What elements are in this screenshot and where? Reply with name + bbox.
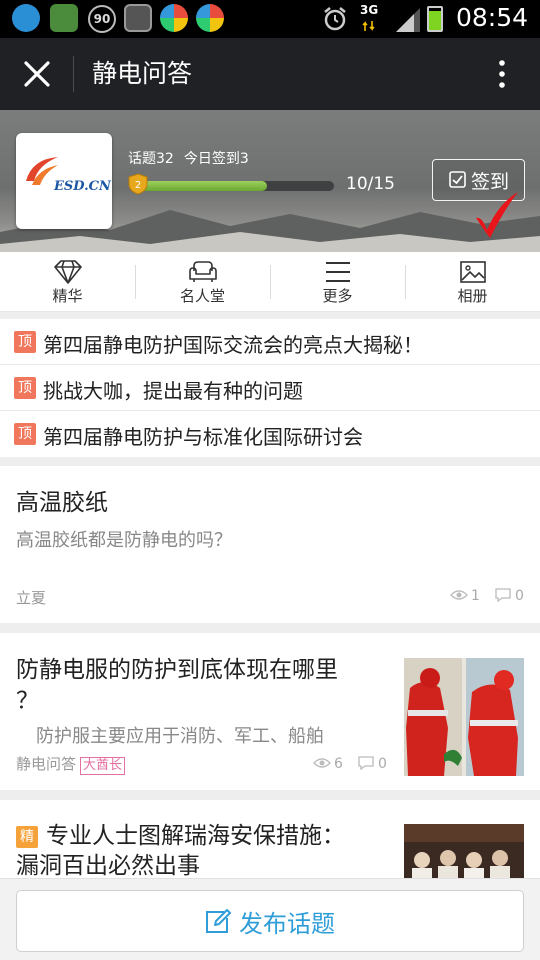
tab-more[interactable]: 更多 bbox=[270, 252, 405, 312]
tab-hall-of-fame[interactable]: 名人堂 bbox=[135, 252, 270, 312]
comment-count: 0 bbox=[357, 756, 387, 772]
tab-album[interactable]: 相册 bbox=[405, 252, 540, 312]
pinned-title: 第四届静电防护国际交流会的亮点大揭秘！ bbox=[43, 333, 423, 357]
network-type: 3G bbox=[360, 3, 379, 17]
app-bar: 静电问答 bbox=[0, 38, 540, 110]
post-excerpt: 高温胶纸都是防静电的吗？ bbox=[16, 530, 232, 551]
alarm-icon bbox=[324, 7, 346, 31]
comment-count-value: 0 bbox=[515, 588, 524, 604]
sofa-icon bbox=[189, 261, 217, 282]
battery-saver-badge: 90 bbox=[88, 5, 116, 33]
close-icon[interactable] bbox=[20, 56, 54, 92]
post-card[interactable]: 防静电服的防护到底体现在哪里 ？ 防护服主要应用于消防、军工、船舶 静电问答 大酋… bbox=[0, 633, 540, 790]
signal-icon bbox=[396, 8, 420, 32]
red-checkmark-icon bbox=[476, 192, 518, 238]
photo-icon bbox=[460, 261, 486, 283]
mail-icon bbox=[50, 4, 78, 32]
comment-count: 0 bbox=[494, 588, 524, 604]
checkin-count: 今日签到3 bbox=[183, 151, 249, 167]
forum-stats: 话题32 今日签到3 bbox=[128, 148, 259, 168]
network-arrows-icon bbox=[362, 21, 375, 31]
pinned-topics: 顶 第四届静电防护国际交流会的亮点大揭秘！ 顶 挑战大咖，提出最有种的问题 顶 … bbox=[0, 319, 540, 457]
pinned-tag: 顶 bbox=[14, 331, 36, 353]
eye-icon bbox=[450, 590, 468, 600]
view-count-value: 1 bbox=[471, 588, 480, 604]
page-title: 静电问答 bbox=[92, 59, 193, 88]
status-bar: 90 3G 08:54 bbox=[0, 0, 540, 38]
post-author[interactable]: 立夏 bbox=[16, 587, 46, 608]
progress-fill bbox=[134, 181, 268, 191]
tab-label: 名人堂 bbox=[179, 287, 225, 305]
post-card[interactable]: 精 专业人士图解瑞海安保措施： 漏洞百出必然出事 bbox=[0, 800, 540, 890]
bottom-bar: 发布话题 bbox=[0, 878, 540, 960]
essence-tag: 精 bbox=[16, 826, 38, 848]
diamond-icon bbox=[54, 260, 82, 284]
app-icon bbox=[196, 4, 224, 32]
tab-label: 相册 bbox=[457, 287, 488, 305]
gallery-icon bbox=[124, 4, 152, 32]
post-title: 防静电服的防护到底体现在哪里 bbox=[16, 657, 338, 683]
pinned-item[interactable]: 顶 第四届静电防护与标准化国际研讨会 bbox=[0, 411, 540, 457]
view-count: 6 bbox=[313, 756, 343, 772]
post-thumbnail[interactable] bbox=[404, 658, 524, 776]
pinned-tag: 顶 bbox=[14, 423, 36, 445]
comment-count-value: 0 bbox=[378, 756, 387, 772]
publish-topic-button[interactable]: 发布话题 bbox=[16, 890, 524, 952]
tab-essence[interactable]: 精华 bbox=[0, 252, 135, 312]
post-title-continuation: ？ bbox=[16, 688, 39, 714]
menu-icon bbox=[326, 262, 350, 282]
tab-label: 更多 bbox=[322, 287, 353, 305]
more-menu-icon[interactable] bbox=[494, 56, 510, 92]
view-count-value: 6 bbox=[334, 756, 343, 772]
forum-header: ESD.CN 话题32 今日签到3 2 10/15 签到 bbox=[0, 110, 540, 252]
tab-label: 精华 bbox=[52, 287, 83, 305]
post-author[interactable]: 静电问答 大酋长 bbox=[16, 753, 126, 775]
level-shield-icon: 2 bbox=[128, 173, 148, 195]
checkbox-icon bbox=[449, 171, 466, 188]
post-title: 高温胶纸 bbox=[16, 490, 108, 516]
battery-icon bbox=[427, 6, 443, 32]
logo-text: ESD.CN bbox=[54, 179, 111, 194]
forum-logo[interactable]: ESD.CN bbox=[16, 133, 112, 229]
post-card[interactable]: 高温胶纸 高温胶纸都是防静电的吗？ 立夏 1 0 bbox=[0, 466, 540, 623]
qq-icon bbox=[12, 4, 40, 32]
topic-count: 话题32 bbox=[128, 151, 174, 167]
level-number: 2 bbox=[135, 180, 141, 191]
pinned-item[interactable]: 顶 第四届静电防护国际交流会的亮点大揭秘！ bbox=[0, 319, 540, 365]
app-icon bbox=[160, 4, 188, 32]
pinned-title: 挑战大咖，提出最有种的问题 bbox=[43, 379, 303, 403]
progress-text: 10/15 bbox=[346, 174, 395, 194]
forum-tabs: 精华 名人堂 更多 相册 bbox=[0, 252, 540, 312]
post-title: 专业人士图解瑞海安保措施： bbox=[46, 823, 345, 849]
author-rank-badge: 大酋长 bbox=[80, 757, 126, 775]
publish-label: 发布话题 bbox=[239, 910, 335, 938]
level-progress-bar bbox=[134, 181, 334, 191]
pinned-title: 第四届静电防护与标准化国际研讨会 bbox=[43, 425, 363, 449]
clock: 08:54 bbox=[455, 3, 528, 32]
post-excerpt: 防护服主要应用于消防、军工、船舶 bbox=[36, 726, 324, 747]
eye-icon bbox=[313, 758, 331, 768]
pinned-tag: 顶 bbox=[14, 377, 36, 399]
edit-icon bbox=[206, 909, 231, 933]
comment-icon bbox=[495, 588, 511, 603]
divider bbox=[73, 56, 74, 92]
pinned-item[interactable]: 顶 挑战大咖，提出最有种的问题 bbox=[0, 365, 540, 411]
comment-icon bbox=[358, 756, 374, 771]
author-name: 静电问答 bbox=[16, 755, 77, 773]
view-count: 1 bbox=[450, 588, 480, 604]
